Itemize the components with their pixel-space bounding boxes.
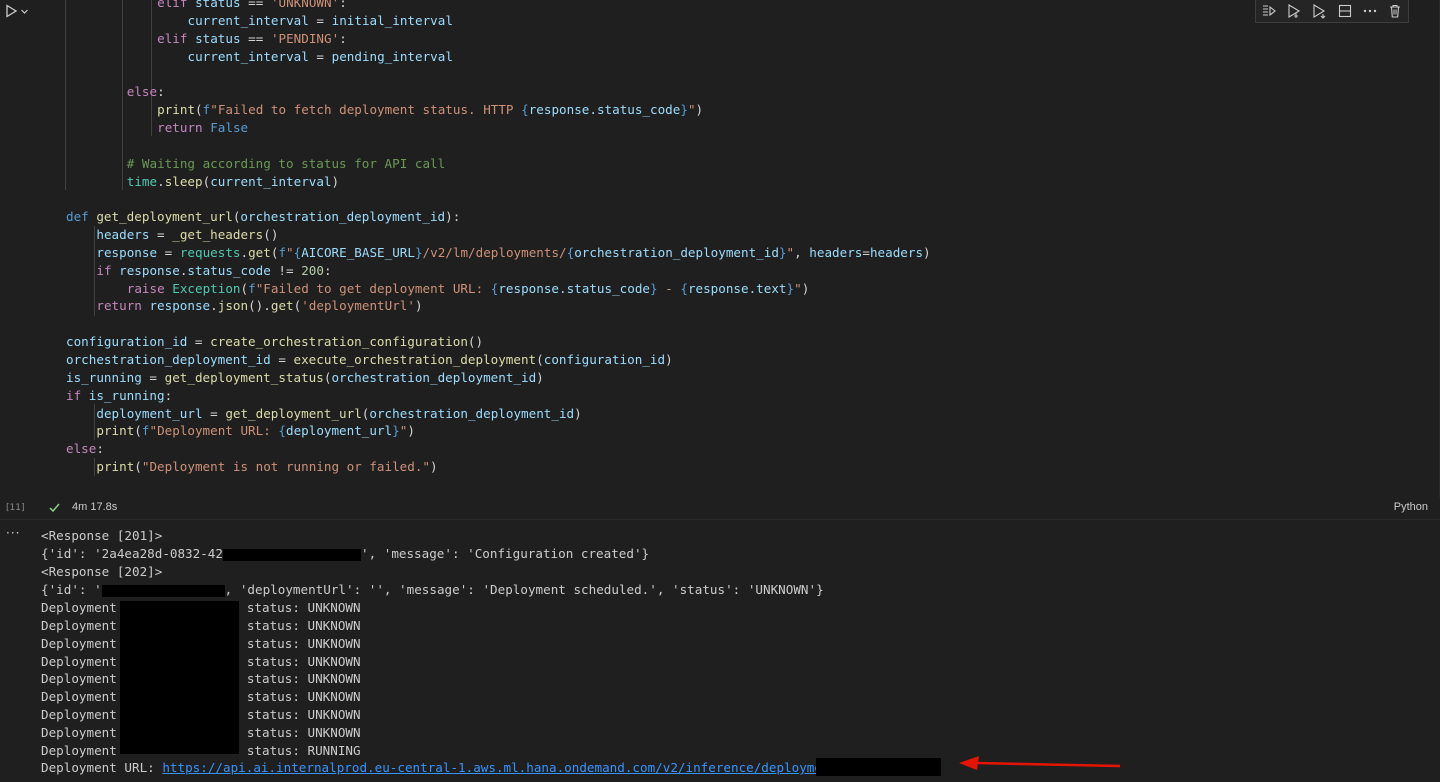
code-line[interactable]: is_running = get_deployment_status(orche… (66, 369, 544, 387)
output-text: Deployment (41, 742, 117, 758)
chevron-down-icon (21, 9, 28, 14)
status-text: status: UNKNOWN (246, 600, 361, 615)
code-line[interactable]: return response.json().get('deploymentUr… (66, 297, 422, 315)
output-text: Deployment (41, 707, 117, 723)
code-line[interactable]: print("Deployment is not running or fail… (66, 458, 437, 476)
status-text: status: UNKNOWN (246, 653, 361, 669)
output-text: Deployment (41, 689, 117, 705)
code-line[interactable]: configuration_id = create_orchestration_… (66, 333, 483, 351)
output-text: Deployment (41, 635, 117, 651)
code-line[interactable]: current_interval = pending_interval (66, 48, 453, 66)
output-text: Deployment (41, 671, 117, 687)
code-line[interactable]: def get_deployment_url(orchestration_dep… (66, 208, 460, 226)
split-cell-icon (1338, 4, 1351, 18)
code-line[interactable]: raise Exception(f"Failed to get deployme… (66, 280, 810, 298)
code-line[interactable]: elif status == 'PENDING': (66, 30, 347, 48)
output-text: ', 'message': 'Configuration created'} (360, 546, 650, 561)
status-text: status: UNKNOWN (246, 707, 361, 723)
status-text: status: UNKNOWN (246, 689, 361, 705)
cell-status-bar: [11] 4m 17.8s Python (0, 497, 1440, 520)
check-icon (49, 503, 60, 513)
cell-toolbar (1255, 0, 1409, 23)
code-line[interactable]: if is_running: (66, 387, 172, 405)
redaction-box (120, 601, 239, 754)
code-line[interactable]: if response.status_code != 200: (66, 262, 331, 280)
delete-cell-icon (1390, 4, 1401, 18)
output-actions-button[interactable]: ··· (6, 526, 20, 540)
output-text: {'id': ' (41, 582, 102, 597)
more-actions-button[interactable] (1362, 3, 1378, 19)
output-line: {'id': ' , 'deploymentUrl': '', 'message'… (41, 581, 824, 599)
code-line[interactable]: time.sleep(current_interval) (66, 173, 339, 191)
execution-count: [11] (6, 503, 25, 513)
status-text: status: UNKNOWN (246, 617, 361, 633)
code-line[interactable]: print(f"Deployment URL: {deployment_url}… (66, 422, 415, 440)
run-cell-button[interactable] (4, 2, 32, 20)
code-line[interactable]: orchestration_deployment_id = execute_or… (66, 351, 673, 369)
execution-duration: 4m 17.8s (72, 501, 118, 513)
run-by-line-icon (1288, 4, 1301, 18)
redaction-box (101, 584, 225, 597)
output-text: Deployment (41, 653, 117, 669)
run-above-icon (1262, 5, 1276, 17)
output-text: , 'deploymentUrl': '', 'message': 'Deplo… (224, 582, 824, 597)
status-text: status: UNKNOWN (246, 671, 361, 687)
run-by-line-button[interactable] (1286, 3, 1302, 19)
code-line[interactable]: headers = _get_headers() (66, 226, 278, 244)
split-cell-button[interactable] (1337, 3, 1353, 19)
run-below-button[interactable] (1311, 3, 1327, 19)
run-below-icon (1313, 4, 1326, 19)
output-line: <Response [202]> (41, 564, 163, 579)
output-line: <Response [201]> (41, 528, 163, 543)
delete-cell-button[interactable] (1387, 3, 1403, 19)
status-text: status: UNKNOWN (246, 635, 361, 651)
output-line: Deployment URL: https://api.ai.internalp… (41, 759, 852, 777)
code-cell[interactable]: elif status == 'UNKNOWN': current_interv… (32, 0, 1440, 497)
code-line[interactable]: response = requests.get(f"{AICORE_BASE_U… (66, 244, 930, 262)
code-line[interactable]: # Waiting according to status for API ca… (66, 155, 445, 173)
status-text: status: RUNNING (246, 742, 361, 758)
deployment-url-link[interactable]: https://api.ai.internalprod.eu-central-1… (162, 760, 852, 775)
code-line[interactable]: print(f"Failed to fetch deployment statu… (66, 101, 703, 119)
output-text: Deployment (41, 724, 117, 740)
code-line[interactable]: return False (66, 119, 248, 137)
language-selector[interactable]: Python (1394, 501, 1428, 513)
redaction-box (816, 758, 941, 776)
code-line[interactable]: elif status == 'UNKNOWN': (66, 0, 347, 12)
code-line[interactable]: deployment_url = get_deployment_url(orch… (66, 405, 581, 423)
output-line: {'id': '2a4ea28d-0832-42 ', 'message': 'C… (41, 545, 649, 563)
run-cell-icon (6, 4, 18, 18)
more-actions-icon (1363, 9, 1377, 13)
output-text: {'id': '2a4ea28d-0832-42 (41, 546, 223, 561)
output-text: Deployment (41, 600, 117, 615)
run-above-button[interactable] (1261, 3, 1277, 19)
code-line[interactable]: else: (66, 83, 165, 101)
status-text: status: UNKNOWN (246, 724, 361, 740)
output-text: Deployment (41, 617, 117, 633)
code-line[interactable]: current_interval = initial_interval (66, 12, 453, 30)
code-line[interactable]: else: (66, 440, 104, 458)
redaction-box (222, 548, 361, 561)
output-text: Deployment URL: (41, 760, 163, 775)
red-arrow-icon (959, 756, 1121, 770)
